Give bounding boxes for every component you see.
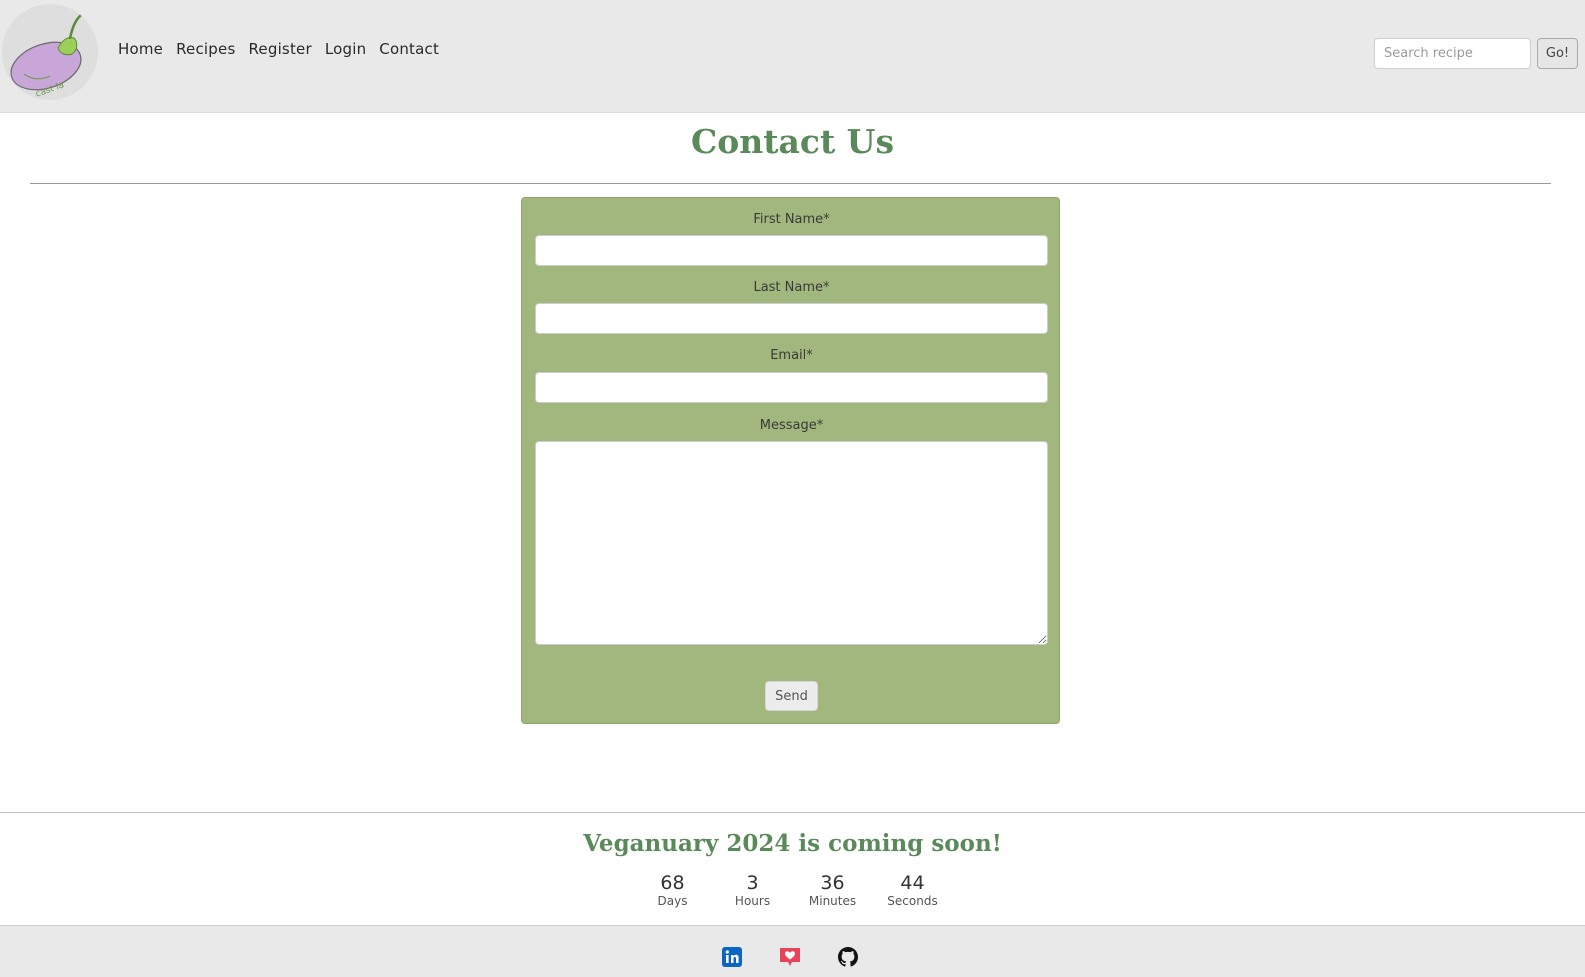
countdown-label: Hours — [734, 894, 771, 908]
countdown-title: Veganuary 2024 is coming soon! — [583, 830, 1002, 857]
countdown-divider — [0, 812, 1585, 813]
email-label: Email* — [770, 348, 813, 363]
last-name-field[interactable] — [535, 303, 1048, 334]
first-name-label: First Name* — [753, 212, 830, 227]
contact-form: First Name* Last Name* Email* Message* S… — [521, 197, 1060, 724]
message-field[interactable] — [535, 441, 1048, 645]
countdown-value: 44 — [900, 872, 925, 894]
countdown-timer: 68 Days 3 Hours 36 Minutes 44 Seconds — [0, 872, 1585, 908]
heart-message-icon[interactable] — [779, 946, 801, 968]
countdown-minutes: 36 Minutes — [793, 872, 873, 908]
message-label: Message* — [759, 418, 824, 433]
countdown-seconds: 44 Seconds — [873, 872, 953, 908]
title-divider — [30, 183, 1551, 184]
navbar: cast la Home Recipes Register Login Cont… — [0, 0, 1585, 113]
nav-link-contact[interactable]: Contact — [379, 40, 439, 58]
countdown-value: 36 — [820, 872, 845, 894]
eggplant-logo-icon[interactable]: cast la — [2, 4, 98, 100]
countdown-value: 3 — [746, 872, 759, 894]
countdown-value: 68 — [660, 872, 685, 894]
search-button[interactable]: Go! — [1537, 38, 1578, 69]
countdown-hours: 3 Hours — [713, 872, 793, 908]
countdown-label: Minutes — [808, 894, 857, 908]
nav-link-login[interactable]: Login — [325, 40, 366, 58]
countdown-days: 68 Days — [633, 872, 713, 908]
nav-links: Home Recipes Register Login Contact — [118, 40, 439, 58]
page-title: Contact Us — [690, 122, 895, 161]
github-icon[interactable] — [837, 946, 859, 968]
countdown-label: Seconds — [887, 894, 938, 908]
nav-link-recipes[interactable]: Recipes — [176, 40, 235, 58]
nav-link-home[interactable]: Home — [118, 40, 163, 58]
send-button[interactable]: Send — [765, 681, 818, 711]
linkedin-icon[interactable] — [721, 946, 743, 968]
first-name-field[interactable] — [535, 235, 1048, 266]
nav-link-register[interactable]: Register — [248, 40, 311, 58]
countdown-label: Days — [657, 894, 688, 908]
email-field[interactable] — [535, 372, 1048, 403]
footer — [0, 925, 1585, 977]
search-input[interactable] — [1374, 38, 1531, 69]
last-name-label: Last Name* — [753, 280, 830, 295]
